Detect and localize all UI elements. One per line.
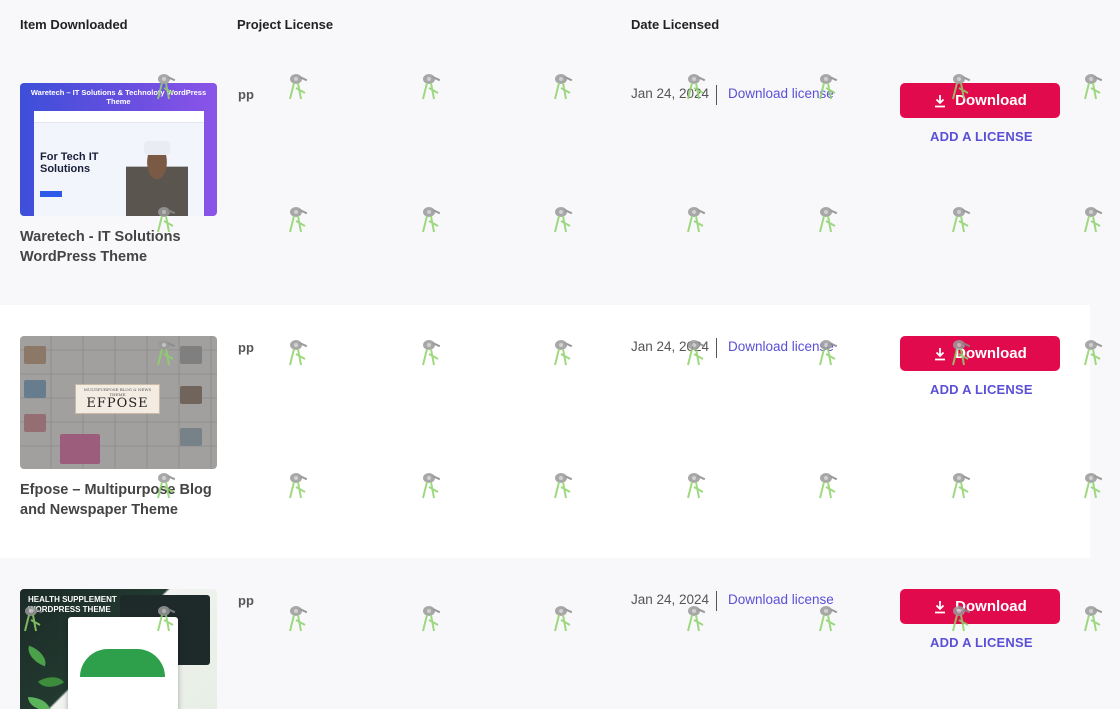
add-license-link[interactable]: ADD A LICENSE xyxy=(930,635,1033,650)
table-header: Item Downloaded Project License Date Lic… xyxy=(0,0,1120,52)
project-license: pp xyxy=(238,340,254,355)
download-license-link[interactable]: Download license xyxy=(728,86,834,101)
divider xyxy=(716,85,717,105)
thumbnail-heading: Waretech – IT Solutions & Technoloty Wor… xyxy=(30,88,207,106)
date-licensed: Jan 24, 2024 xyxy=(631,592,710,607)
thumbnail-leaf xyxy=(28,697,50,709)
download-button[interactable]: Download xyxy=(900,589,1060,624)
thumbnail-logo-card: MULTIPURPOSE BLOG & NEWS THEME EFPOSE xyxy=(75,384,160,414)
column-header-project: Project License xyxy=(237,17,334,32)
table-row: Waretech – IT Solutions & Technoloty Wor… xyxy=(0,52,1090,305)
download-icon xyxy=(935,347,946,360)
download-button-label: Download xyxy=(955,92,1027,109)
download-icon xyxy=(935,600,946,613)
download-icon xyxy=(935,94,946,107)
item-title[interactable]: Efpose – Multipurpose Blog and Newspaper… xyxy=(20,480,225,520)
thumbnail-vr-headset xyxy=(144,141,170,155)
date-licensed: Jan 24, 2024 xyxy=(631,339,710,354)
download-button[interactable]: Download xyxy=(900,83,1060,118)
item-thumbnail[interactable]: HEALTH SUPPLEMENT WORDPRESS THEME xyxy=(20,589,217,709)
thumbnail-cta xyxy=(40,191,62,197)
thumbnail-leaf xyxy=(37,670,65,694)
project-license: pp xyxy=(238,593,254,608)
thumbnail-logo: EFPOSE xyxy=(86,396,149,411)
thumbnail-nav xyxy=(34,111,204,123)
download-license-link[interactable]: Download license xyxy=(728,339,834,354)
column-header-item: Item Downloaded xyxy=(20,17,128,32)
add-license-link[interactable]: ADD A LICENSE xyxy=(930,129,1033,144)
thumbnail-page: For Tech IT Solutions xyxy=(34,111,204,216)
download-button[interactable]: Download xyxy=(900,336,1060,371)
table-row: MULTIPURPOSE BLOG & NEWS THEME EFPOSE Ef… xyxy=(0,305,1090,558)
thumbnail-heading: HEALTH SUPPLEMENT WORDPRESS THEME xyxy=(28,595,117,614)
column-header-date: Date Licensed xyxy=(631,17,720,32)
project-license: pp xyxy=(238,87,254,102)
thumbnail-leaf xyxy=(24,645,50,667)
download-button-label: Download xyxy=(955,345,1027,362)
date-licensed: Jan 24, 2024 xyxy=(631,86,710,101)
item-thumbnail[interactable]: MULTIPURPOSE BLOG & NEWS THEME EFPOSE xyxy=(20,336,217,469)
item-title[interactable]: Waretech - IT Solutions WordPress Theme xyxy=(20,227,225,267)
item-thumbnail[interactable]: Waretech – IT Solutions & Technoloty Wor… xyxy=(20,83,217,216)
table-row: HEALTH SUPPLEMENT WORDPRESS THEME pp Jan… xyxy=(0,558,1090,709)
divider xyxy=(716,591,717,611)
add-license-link[interactable]: ADD A LICENSE xyxy=(930,382,1033,397)
download-button-label: Download xyxy=(955,598,1027,615)
thumbnail-product-banner xyxy=(80,649,165,677)
divider xyxy=(716,338,717,358)
thumbnail-hero-text: For Tech IT Solutions xyxy=(40,151,99,175)
download-license-link[interactable]: Download license xyxy=(728,592,834,607)
